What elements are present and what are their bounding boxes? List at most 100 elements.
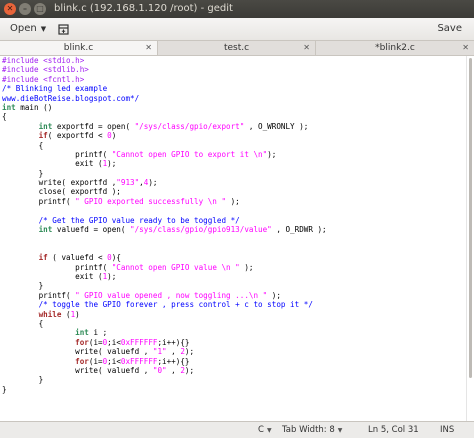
code-line: printf( " GPIO value opened , now toggli… — [2, 291, 466, 300]
code-token: , — [166, 347, 181, 357]
chevron-down-icon: ▼ — [266, 427, 272, 434]
code-token: (i= — [88, 356, 103, 366]
code-token: /* toggle the GPIO forever , press contr… — [38, 300, 313, 310]
code-line: { — [2, 141, 466, 150]
code-token: "Cannot open GPIO to export it \n" — [111, 149, 268, 159]
save-button[interactable]: Save — [433, 20, 466, 38]
window-title: blink.c (192.168.1.120 /root) - gedit — [54, 3, 233, 14]
code-token: ); — [107, 271, 117, 281]
code-line: } — [2, 385, 466, 394]
code-line: #include <fcntl.h> — [2, 75, 466, 84]
code-token: ;i< — [107, 356, 121, 366]
code-token: " GPIO value opened , now toggling ...\n… — [75, 290, 268, 300]
new-document-icon — [57, 23, 69, 35]
code-token: ;i++){} — [157, 356, 190, 366]
code-line: for(i=0;i<0xFFFFFF;i++){} — [2, 357, 466, 366]
tab-blink2-c[interactable]: *blink2.c ✕ — [316, 41, 474, 55]
code-line: } — [2, 169, 466, 178]
tab-close-icon[interactable]: ✕ — [462, 41, 469, 55]
code-token: ;i< — [107, 337, 121, 347]
code-token: #include <stdio.h> — [2, 56, 85, 65]
code-token: "/sys/class/gpio/gpio913/value" — [130, 225, 272, 235]
code-token: { — [2, 140, 44, 150]
language-label: C — [258, 425, 264, 435]
tab-width-selector[interactable]: Tab Width: 8 ▼ — [282, 422, 342, 438]
tab-close-icon[interactable]: ✕ — [145, 41, 152, 55]
code-line: write( valuefd , "0" , 2); — [2, 366, 466, 375]
code-token: #include <stdlib.h> — [2, 65, 89, 75]
vertical-scrollbar[interactable] — [466, 56, 474, 421]
code-line: exit (1); — [2, 159, 466, 168]
code-line: if( exportfd < 0) — [2, 131, 466, 140]
code-token: int — [38, 225, 53, 235]
code-token: i ; — [88, 328, 108, 338]
close-window-icon[interactable]: ✕ — [4, 3, 16, 15]
scrollbar-thumb[interactable] — [469, 58, 472, 378]
code-token: printf( — [2, 290, 76, 300]
code-line: for(i=0;i<0xFFFFFF;i++){} — [2, 338, 466, 347]
chevron-down-icon: ▼ — [337, 427, 343, 434]
tab-width-label: Tab Width: 8 — [282, 425, 335, 435]
tab-blink-c[interactable]: blink.c ✕ — [0, 41, 158, 55]
cursor-position-label: Ln 5, Col 31 — [368, 425, 419, 435]
code-token: 0xFFFFFF — [120, 337, 158, 347]
code-text[interactable]: #include <stdio.h> #include <stdlib.h> #in… — [0, 56, 466, 394]
tab-close-icon[interactable]: ✕ — [303, 41, 310, 55]
code-line: exit (1); — [2, 272, 466, 281]
code-token: ); — [239, 262, 254, 272]
code-line: int valuefd = open( "/sys/class/gpio/gpi… — [2, 225, 466, 234]
minimize-window-icon[interactable]: – — [19, 3, 31, 15]
code-token: main () — [15, 102, 53, 112]
code-token: } — [2, 168, 44, 178]
code-token: for — [75, 337, 89, 347]
code-token: int — [75, 328, 89, 338]
new-document-button[interactable] — [54, 20, 72, 38]
code-line: int exportfd = open( "/sys/class/gpio/ex… — [2, 122, 466, 131]
code-token: "0" — [152, 365, 167, 375]
code-token: , O_WRONLY ); — [244, 121, 309, 131]
code-token: } — [2, 384, 7, 394]
code-token: "/sys/class/gpio/export" — [134, 121, 245, 131]
code-token: ); — [148, 178, 158, 188]
tab-bar: blink.c ✕ test.c ✕ *blink2.c ✕ — [0, 41, 474, 56]
code-line: int i ; — [2, 328, 466, 337]
open-button-label: Open — [10, 23, 37, 34]
language-selector[interactable]: C ▼ — [258, 422, 272, 438]
code-editor[interactable]: #include <stdio.h> #include <stdlib.h> #in… — [0, 56, 466, 421]
code-line: printf( " GPIO exported successfully \n … — [2, 197, 466, 206]
code-token: ); — [107, 159, 117, 169]
code-line: /* Blinking led example — [2, 84, 466, 93]
code-token: , O_RDWR ); — [271, 225, 327, 235]
code-token: ) — [111, 131, 117, 141]
code-token: ;i++){} — [157, 337, 190, 347]
code-token: exit ( — [2, 271, 103, 281]
code-token: int — [2, 102, 16, 112]
open-button[interactable]: Open ▼ — [4, 20, 52, 38]
tab-label: test.c — [223, 43, 250, 53]
maximize-window-icon[interactable]: □ — [34, 3, 46, 15]
code-token: 0xFFFFFF — [120, 356, 158, 366]
code-token: ); — [267, 149, 277, 159]
code-line: { — [2, 319, 466, 328]
code-token: ); — [184, 365, 195, 375]
code-token: { — [2, 318, 44, 328]
code-token: "Cannot open GPIO value \n " — [111, 262, 240, 272]
code-line: close( exportfd ); — [2, 187, 466, 196]
tab-label: *blink2.c — [375, 43, 415, 53]
code-token: " GPIO exported successfully \n " — [75, 196, 227, 206]
code-line: { — [2, 112, 466, 121]
code-token: printf( — [2, 262, 112, 272]
code-token: write( exportfd , — [2, 178, 117, 188]
tab-test-c[interactable]: test.c ✕ — [158, 41, 316, 55]
title-bar[interactable]: ✕ – □ blink.c (192.168.1.120 /root) - ge… — [0, 0, 474, 18]
code-token: "913" — [116, 178, 140, 188]
tab-label: blink.c — [63, 43, 94, 53]
